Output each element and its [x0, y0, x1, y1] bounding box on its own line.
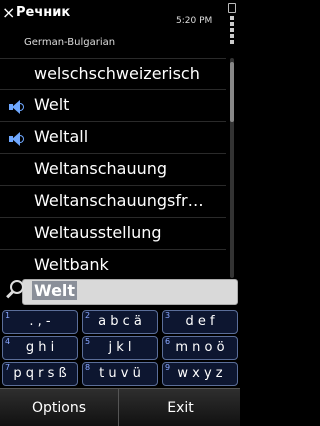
speaker-icon	[9, 100, 25, 114]
list-item-label: Weltanschauung	[34, 159, 168, 178]
search-bar: Welt	[0, 278, 240, 308]
key-8[interactable]: 8t u v ü	[82, 362, 158, 386]
key-letters: a b c ä	[98, 314, 142, 329]
word-list: welschschweizerisch Welt Weltall Weltans…	[0, 58, 226, 278]
key-3[interactable]: 3d e f	[162, 310, 238, 334]
list-scrollbar[interactable]	[230, 58, 234, 278]
exit-button[interactable]: Exit	[121, 389, 240, 426]
list-item[interactable]: Weltall	[0, 122, 226, 154]
key-letters: p q r s ß	[13, 366, 67, 381]
virtual-keypad: 1. , - 2a b c ä 3d e f 4g h i 5j k l 6m …	[2, 310, 238, 386]
key-9[interactable]: 9w x y z	[162, 362, 238, 386]
list-item[interactable]: Welt	[0, 90, 226, 122]
title-bar: × Речник 5:20 PM	[0, 0, 240, 44]
list-item[interactable]: welschschweizerisch	[0, 58, 226, 90]
list-item[interactable]: Weltanschauung	[0, 154, 226, 186]
list-item[interactable]: Weltausstellung	[0, 218, 226, 250]
list-item-label: welschschweizerisch	[34, 64, 200, 83]
list-item-label: Welt	[34, 95, 70, 114]
key-letters: g h i	[25, 340, 55, 355]
search-icon	[6, 280, 28, 302]
list-item-label: Weltausstellung	[34, 223, 162, 242]
key-letters: m n o ö	[175, 340, 225, 355]
key-letters: . , -	[29, 314, 51, 329]
softkey-bar: Options Exit	[0, 388, 240, 426]
search-input[interactable]: Welt	[32, 281, 78, 301]
signal-strength-icon	[227, 3, 237, 47]
key-7[interactable]: 7p q r s ß	[2, 362, 78, 386]
close-icon[interactable]: ×	[2, 4, 16, 22]
speaker-icon	[9, 132, 25, 146]
dictionary-direction: German-Bulgarian	[24, 37, 116, 48]
scrollbar-thumb[interactable]	[230, 62, 234, 122]
list-item[interactable]: Weltanschauungsfr…	[0, 186, 226, 218]
key-5[interactable]: 5j k l	[82, 336, 158, 360]
list-item-label: Weltbank	[34, 255, 109, 274]
clock: 5:20 PM	[176, 16, 213, 26]
key-letters: j k l	[108, 340, 132, 355]
key-4[interactable]: 4g h i	[2, 336, 78, 360]
key-letters: t u v ü	[99, 366, 141, 381]
list-item-label: Weltanschauungsfr…	[34, 191, 204, 210]
key-2[interactable]: 2a b c ä	[82, 310, 158, 334]
search-input-value: Welt	[32, 281, 78, 300]
list-item-label: Weltall	[34, 127, 89, 146]
app-title: Речник	[16, 5, 71, 20]
key-6[interactable]: 6m n o ö	[162, 336, 238, 360]
key-letters: w x y z	[177, 366, 223, 381]
key-letters: d e f	[185, 314, 215, 329]
list-item[interactable]: Weltbank	[0, 250, 226, 278]
options-button[interactable]: Options	[0, 389, 119, 426]
key-1[interactable]: 1. , -	[2, 310, 78, 334]
